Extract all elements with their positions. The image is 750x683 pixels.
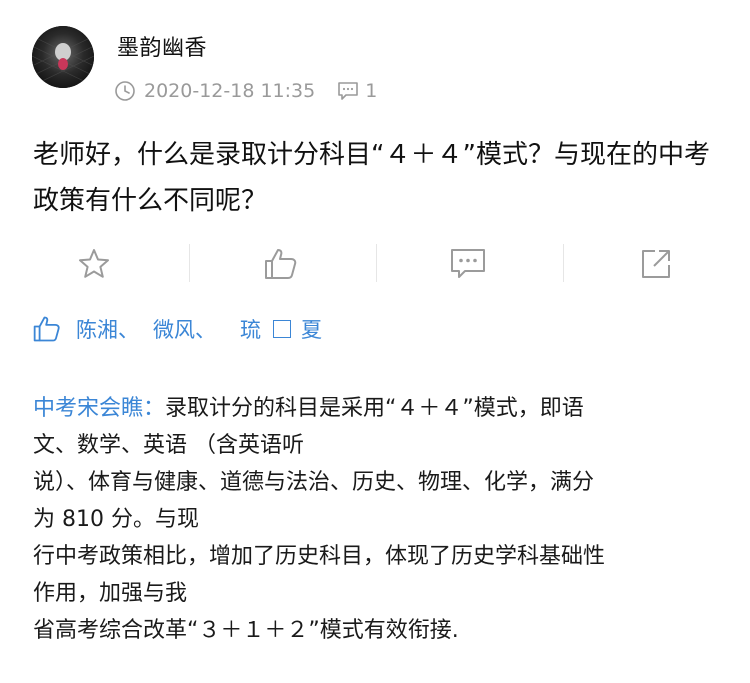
reply-line: 行中考政策相比，增加了历史科目，体现了历史学科基础性: [33, 544, 606, 569]
favorite-button[interactable]: [64, 236, 124, 292]
divider: [189, 244, 190, 282]
reply-comment: 中考宋会瞧：录取计分的科目是采用“４＋４”模式，即语 文、数学、英语 （含英语听…: [33, 390, 723, 649]
divider: [376, 244, 377, 282]
thumbs-up-icon: [33, 316, 60, 342]
liker-name[interactable]: 琉: [240, 314, 261, 344]
reply-button[interactable]: [438, 236, 498, 292]
post-meta: 2020-12-18 11:35 1: [114, 80, 377, 102]
reply-line: 说）、体育与健康、道德与法治、历史、物理、化学，满分: [33, 470, 595, 495]
message-icon: [451, 249, 485, 278]
liker-name[interactable]: 夏: [301, 314, 322, 344]
avatar-image: [32, 26, 94, 88]
star-icon: [79, 249, 109, 278]
username[interactable]: 墨韵幽香: [117, 30, 207, 62]
reply-line: 省高考综合改革“３＋１＋２”模式有效衔接.: [33, 618, 459, 643]
thumbs-up-icon: [265, 249, 297, 279]
reply-line: 录取计分的科目是采用“４＋４”模式，即语: [165, 396, 584, 421]
avatar[interactable]: [32, 26, 94, 88]
reply-author[interactable]: 中考宋会瞧：: [33, 396, 165, 421]
share-icon: [642, 250, 670, 278]
question-text: 老师好，什么是录取计分科目“４＋４”模式？与现在的中考政策有什么不同呢？: [33, 140, 710, 216]
liked-by-list: 陈湘、 微风、 琉 夏: [32, 314, 322, 344]
like-button[interactable]: [251, 236, 311, 292]
comment-count: 1: [365, 80, 378, 102]
action-bar: [0, 236, 750, 292]
clock-icon: [114, 80, 136, 102]
reply-line: 为 810 分。与现: [33, 507, 199, 532]
reply-line: 作用，加强与我: [33, 581, 188, 606]
divider: [563, 244, 564, 282]
reply-line: 文、数学、英语 （含英语听: [33, 433, 304, 458]
share-button[interactable]: [626, 236, 686, 292]
missing-glyph-box: [273, 320, 291, 338]
post-timestamp: 2020-12-18 11:35: [144, 80, 316, 102]
comment-icon: [337, 81, 359, 101]
liker-name[interactable]: 微风、: [153, 314, 216, 344]
liker-name[interactable]: 陈湘、: [76, 314, 139, 344]
